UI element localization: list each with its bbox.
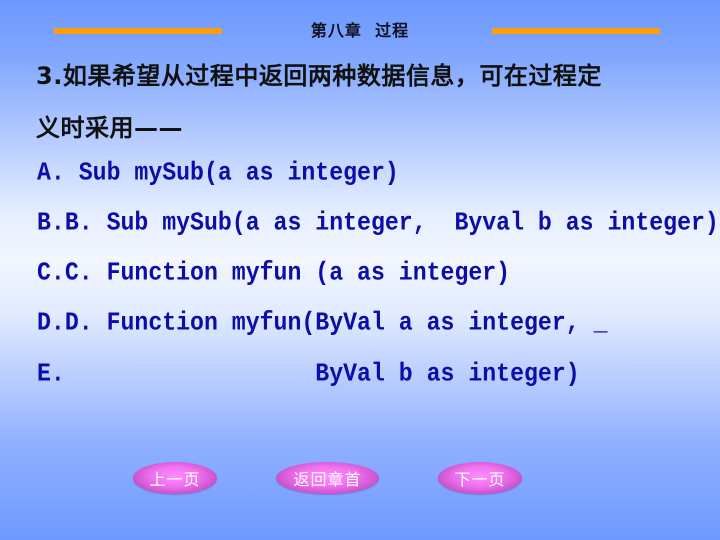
return-to-chapter-start-label: 返回章首 — [293, 470, 362, 489]
option-a: A. Sub mySub(a as integer) — [37, 158, 399, 188]
option-d: D.D. Function myfun(ByVal a as integer, … — [37, 308, 608, 338]
return-to-chapter-start-button[interactable]: 返回章首 — [276, 462, 379, 494]
question-text-line-1: 3.如果希望从过程中返回两种数据信息，可在过程定 — [36, 62, 602, 90]
decorative-bar-right — [492, 28, 660, 34]
option-c: C.C. Function myfun (a as integer) — [37, 258, 511, 288]
next-page-label: 下一页 — [454, 470, 506, 489]
next-page-button[interactable]: 下一页 — [438, 462, 522, 494]
question-text-line-2: 义时采用—— — [36, 114, 183, 142]
previous-page-label: 上一页 — [149, 470, 201, 489]
previous-page-button[interactable]: 上一页 — [133, 462, 217, 494]
option-e: E. ByVal b as integer) — [37, 359, 580, 389]
option-b: B.B. Sub mySub(a as integer, Byval b as … — [37, 208, 719, 238]
